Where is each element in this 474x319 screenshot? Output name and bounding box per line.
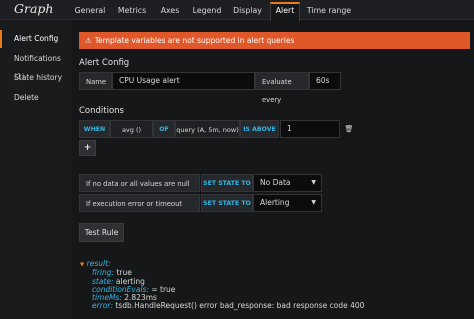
no-data-state-value: No Data	[260, 178, 291, 187]
test-rule-button[interactable]: Test Rule	[79, 223, 124, 242]
result-line-value: tsdb.HandleRequest() error bad_response:…	[115, 301, 365, 311]
test-result-tree: ▼ result: firing: true state: alerting c…	[80, 259, 364, 311]
tab-metrics[interactable]: Metrics	[114, 4, 150, 20]
of-keyword: OF	[153, 120, 175, 138]
threshold-input[interactable]: 1	[280, 120, 340, 138]
panel-editor-header: Graph General Metrics Axes Legend Displa…	[0, 0, 474, 21]
sidebar-item-alert-config[interactable]: Alert Config	[0, 30, 72, 48]
evaluate-every-label: Evaluate every	[255, 72, 309, 104]
result-line-error: error: tsdb.HandleRequest() error bad_re…	[80, 302, 364, 310]
template-variables-warning: ⚠ Template variables are not supported in…	[79, 32, 470, 49]
tab-legend[interactable]: Legend	[190, 4, 224, 20]
name-label: Name	[79, 72, 112, 90]
no-data-label: If no data or all values are null	[79, 174, 200, 192]
chevron-down-icon: ▼	[311, 179, 316, 186]
execution-error-label: If execution error or timeout	[79, 194, 200, 212]
when-keyword: WHEN	[79, 120, 110, 138]
alert-name-input[interactable]: CPU Usage alert	[112, 72, 255, 90]
tab-axes[interactable]: Axes	[155, 4, 185, 20]
execution-error-state-value: Alerting	[260, 198, 290, 207]
query-selector[interactable]: query (A, 5m, now)	[175, 120, 240, 138]
tab-general[interactable]: General	[72, 4, 108, 20]
sidebar-item-label: Notifications	[14, 54, 61, 63]
reducer-function[interactable]: avg ()	[110, 120, 153, 138]
result-key: result:	[86, 259, 111, 268]
set-state-keyword: SET STATE TO	[201, 174, 253, 192]
warning-text: Template variables are not supported in …	[94, 36, 295, 45]
set-state-keyword: SET STATE TO	[201, 194, 253, 212]
trash-icon[interactable]: 🗑	[342, 120, 356, 138]
alert-config-title: Alert Config	[79, 58, 130, 68]
conditions-title: Conditions	[79, 106, 124, 116]
chevron-down-icon: ▼	[311, 199, 316, 206]
panel-type-title: Graph	[14, 1, 54, 16]
warning-icon: ⚠	[85, 36, 92, 45]
evaluator-type[interactable]: IS ABOVE	[240, 120, 279, 138]
collapse-toggle-icon[interactable]: ▼	[80, 262, 84, 268]
evaluate-every-input[interactable]: 60s	[309, 72, 341, 90]
tab-alert[interactable]: Alert	[270, 2, 300, 21]
tab-display[interactable]: Display	[230, 4, 265, 20]
no-data-state-select[interactable]: No Data ▼	[253, 174, 322, 192]
sidebar-item-state-history[interactable]: State history	[0, 69, 72, 87]
result-line-key: error:	[92, 301, 113, 311]
alert-sidebar: Alert Config Notifications (1) State his…	[0, 21, 72, 319]
sidebar-item-delete[interactable]: Delete	[0, 89, 72, 107]
execution-error-state-select[interactable]: Alerting ▼	[253, 194, 322, 212]
tab-time-range[interactable]: Time range	[305, 4, 353, 20]
add-condition-button[interactable]: +	[79, 140, 96, 156]
sidebar-item-notifications[interactable]: Notifications (1)	[0, 50, 72, 81]
